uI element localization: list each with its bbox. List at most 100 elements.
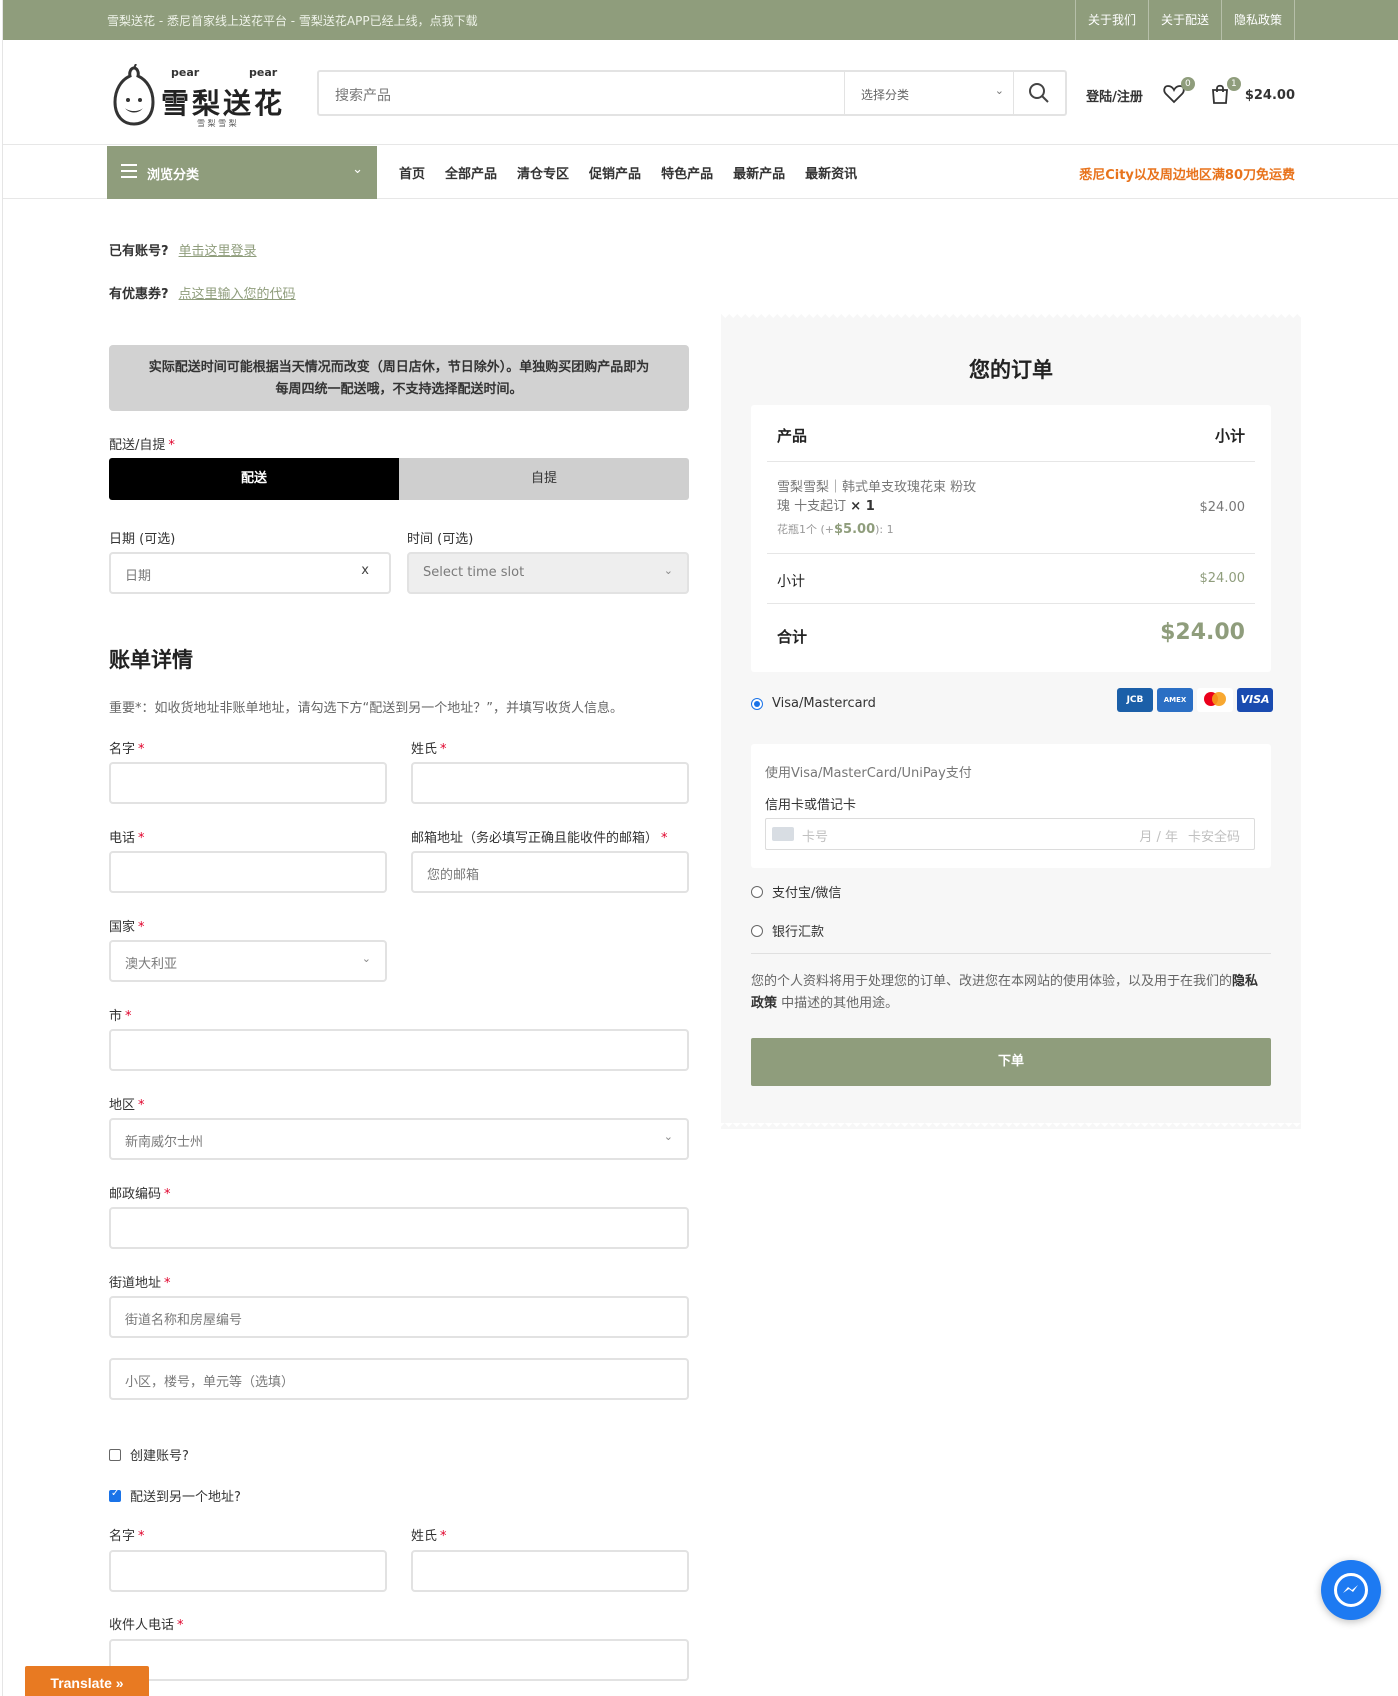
nav-home[interactable]: 首页 (399, 163, 425, 182)
delivery-option-deliver[interactable]: 配送 (109, 458, 399, 500)
logo-pear-text-left: pear (171, 66, 200, 79)
chevron-down-icon: ⌄ (361, 952, 371, 965)
ship-first-name-label: 名字 * (109, 1529, 145, 1544)
city-label: 市 * (109, 1009, 132, 1024)
wishlist-button[interactable]: 0 (1163, 77, 1195, 107)
translate-button[interactable]: Translate » (25, 1666, 149, 1696)
ship-last-name-label: 姓氏 * (411, 1529, 447, 1544)
first-name-input[interactable] (109, 762, 387, 804)
chevron-down-icon: ⌄ (352, 162, 363, 177)
order-item-name[interactable]: 雪梨雪梨｜韩式单支玫瑰花束 粉玫 瑰 十支起订 × 1 花瓶1个 (+$5.00… (777, 478, 1007, 539)
card-input[interactable]: 卡号 月 / 年 卡安全码 (765, 818, 1255, 850)
region-select[interactable]: 新南威尔士州 ⌄ (109, 1118, 689, 1160)
search-category-select[interactable]: 选择分类 ⌄ (844, 72, 1016, 114)
messenger-chat-button[interactable] (1321, 1560, 1381, 1620)
radio-unselected[interactable] (751, 885, 763, 898)
street-placeholder: 街道名称和房屋编号 (125, 1313, 243, 1328)
delivery-option-pickup[interactable]: 自提 (399, 458, 689, 500)
date-input[interactable]: 日期 x (109, 552, 391, 594)
delivery-type-label: 配送/自提 * (109, 438, 175, 453)
search-button[interactable] (1013, 72, 1065, 114)
col-product: 产品 (777, 427, 808, 445)
card-logos: JCB AMEX VISA (1113, 688, 1273, 712)
card-expiry-placeholder[interactable]: 月 / 年 (1139, 826, 1178, 845)
region-value: 新南威尔士州 (125, 1135, 204, 1150)
billing-note: 重要*：如收货地址非账单地址，请勾选下方“配送到另一个地址？”，并填写收货人信息… (109, 701, 623, 716)
nav-featured[interactable]: 特色产品 (661, 163, 713, 182)
phone-input[interactable] (109, 851, 387, 893)
total-value: $24.00 (1160, 620, 1245, 645)
zigzag-edge-top (721, 314, 1301, 320)
ship-phone-input[interactable] (109, 1639, 689, 1681)
privacy-notice: 您的个人资料将用于处理您的订单、改进您在本网站的使用体验，以及用于在我们的隐私政… (751, 974, 1259, 1011)
nav-sale[interactable]: 促销产品 (589, 163, 641, 182)
radio-selected[interactable] (751, 697, 763, 710)
browse-categories-button[interactable]: 浏览分类 ⌄ (107, 146, 377, 199)
ship-last-name-input[interactable] (411, 1550, 689, 1592)
order-review-panel: 您的订单 产品 小计 雪梨雪梨｜韩式单支玫瑰花束 粉玫 瑰 十支起订 × 1 花… (721, 314, 1301, 1129)
coupon-link[interactable]: 点这里输入您的代码 (179, 287, 296, 302)
cart-total[interactable]: $24.00 (1245, 88, 1295, 103)
create-account-checkbox[interactable]: 创建账号? (109, 1445, 189, 1464)
region-label: 地区 * (109, 1098, 145, 1113)
date-clear-button[interactable]: x (361, 563, 369, 578)
nav-all-products[interactable]: 全部产品 (445, 163, 497, 182)
ship-first-name-input[interactable] (109, 1550, 387, 1592)
payment-option-bank-transfer[interactable]: 银行汇款 (751, 921, 824, 940)
payment-option-bank-label: 银行汇款 (772, 925, 825, 940)
country-select[interactable]: 澳大利亚 ⌄ (109, 940, 387, 982)
card-number-placeholder[interactable]: 卡号 (802, 826, 828, 845)
postcode-input[interactable] (109, 1207, 689, 1249)
site-header: pear pear 雪梨送花 雪 梨 雪 梨 搜索产品 选择分类 ⌄ 登陆/注册 (3, 40, 1398, 145)
street-label: 街道地址 * (109, 1276, 171, 1291)
order-item-price: $24.00 (1199, 500, 1246, 515)
ship-other-address-label: 配送到另一个地址? (130, 1490, 241, 1505)
card-payment-box: 使用Visa/MasterCard/UniPay支付 信用卡或借记卡 卡号 月 … (751, 744, 1271, 868)
checkbox-box[interactable] (109, 1448, 121, 1461)
logo-pear-text-right: pear (249, 66, 278, 79)
create-account-label: 创建账号? (130, 1449, 189, 1464)
payment-option-card[interactable]: Visa/Mastercard (751, 696, 876, 711)
login-register-link[interactable]: 登陆/注册 (1086, 86, 1143, 105)
nav-clearance[interactable]: 清仓专区 (517, 163, 569, 182)
ship-other-address-checkbox[interactable]: 配送到另一个地址? (109, 1486, 241, 1505)
time-slot-select[interactable]: Select time slot ⌄ (407, 552, 689, 594)
time-label: 时间 (可选) (407, 532, 474, 547)
amex-icon: AMEX (1157, 688, 1193, 712)
total-label: 合计 (777, 628, 808, 646)
billing-title: 账单详情 (109, 648, 193, 672)
city-input[interactable] (109, 1029, 689, 1071)
about-delivery-link[interactable]: 关于配送 (1147, 0, 1221, 40)
order-table-header: 产品 小计 (767, 405, 1255, 462)
jcb-icon: JCB (1117, 688, 1153, 712)
nav-new-products[interactable]: 最新产品 (733, 163, 785, 182)
nav-news[interactable]: 最新资讯 (805, 163, 857, 182)
cart-count-badge: 1 (1226, 77, 1241, 91)
radio-unselected[interactable] (751, 924, 763, 937)
country-value: 澳大利亚 (125, 957, 178, 972)
main-nav: 浏览分类 ⌄ 首页 全部产品 清仓专区 促销产品 特色产品 最新产品 最新资讯 … (3, 146, 1398, 199)
cart-button[interactable]: 1 (1209, 77, 1241, 107)
order-total-row: 合计 $24.00 (767, 604, 1255, 672)
place-order-button[interactable]: 下单 (751, 1038, 1271, 1086)
coupon-notice-text: 有优惠券? (109, 287, 169, 302)
card-cvc-placeholder[interactable]: 卡安全码 (1188, 826, 1240, 845)
payment-option-card-label: Visa/Mastercard (772, 696, 876, 711)
search-input[interactable]: 搜索产品 (335, 85, 391, 105)
street-input[interactable]: 街道名称和房屋编号 (109, 1296, 689, 1338)
subtotal-label: 小计 (777, 574, 805, 590)
login-link[interactable]: 单击这里登录 (179, 244, 257, 259)
street2-input[interactable]: 小区，楼号，单元等（选填） (109, 1358, 689, 1400)
payment-option-alipay-wechat[interactable]: 支付宝/微信 (751, 882, 841, 901)
about-us-link[interactable]: 关于我们 (1074, 0, 1148, 40)
site-logo[interactable]: pear pear 雪梨送花 雪 梨 雪 梨 (109, 62, 289, 128)
top-bar: 雪梨送花 - 悉尼首家线上送花平台 - 雪梨送花APP已经上线，点我下载 关于我… (3, 0, 1398, 40)
privacy-policy-link[interactable]: 隐私政策 (1220, 0, 1295, 40)
last-name-input[interactable] (411, 762, 689, 804)
browse-categories-label: 浏览分类 (147, 168, 200, 183)
email-input[interactable]: 您的邮箱 (411, 851, 689, 893)
order-item-row: 雪梨雪梨｜韩式单支玫瑰花束 粉玫 瑰 十支起订 × 1 花瓶1个 (+$5.00… (767, 462, 1255, 554)
top-tagline-link[interactable]: 雪梨送花 - 悉尼首家线上送花平台 - 雪梨送花APP已经上线，点我下载 (107, 12, 478, 29)
street2-placeholder: 小区，楼号，单元等（选填） (125, 1375, 295, 1390)
checkbox-box-checked[interactable] (109, 1488, 121, 1502)
